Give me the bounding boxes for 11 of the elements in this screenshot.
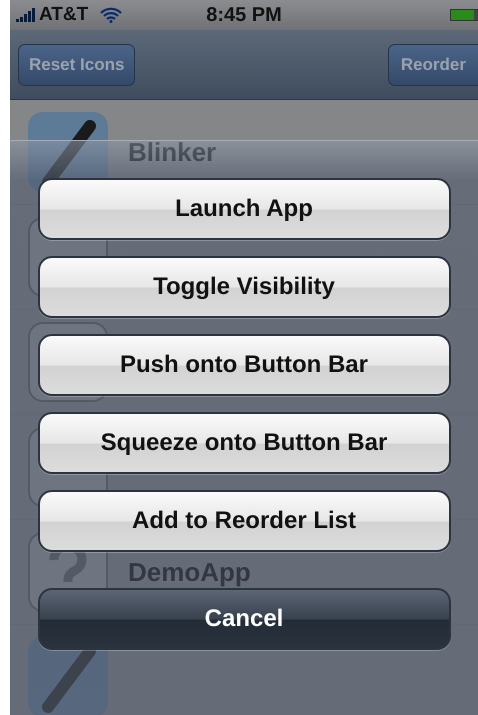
action-button[interactable]: Add to Reorder List — [38, 490, 450, 552]
action-button[interactable]: Launch App — [38, 178, 450, 240]
battery-icon — [450, 9, 478, 21]
carrier-label: AT&T — [39, 4, 88, 26]
wifi-icon — [100, 7, 122, 23]
clock-time: 8:45 PM — [206, 4, 282, 26]
signal-icon — [16, 8, 35, 22]
action-button[interactable]: Toggle Visibility — [38, 256, 450, 318]
action-button[interactable]: Squeeze onto Button Bar — [38, 412, 450, 474]
action-button[interactable]: Push onto Button Bar — [38, 334, 450, 396]
cancel-button[interactable]: Cancel — [38, 588, 450, 650]
